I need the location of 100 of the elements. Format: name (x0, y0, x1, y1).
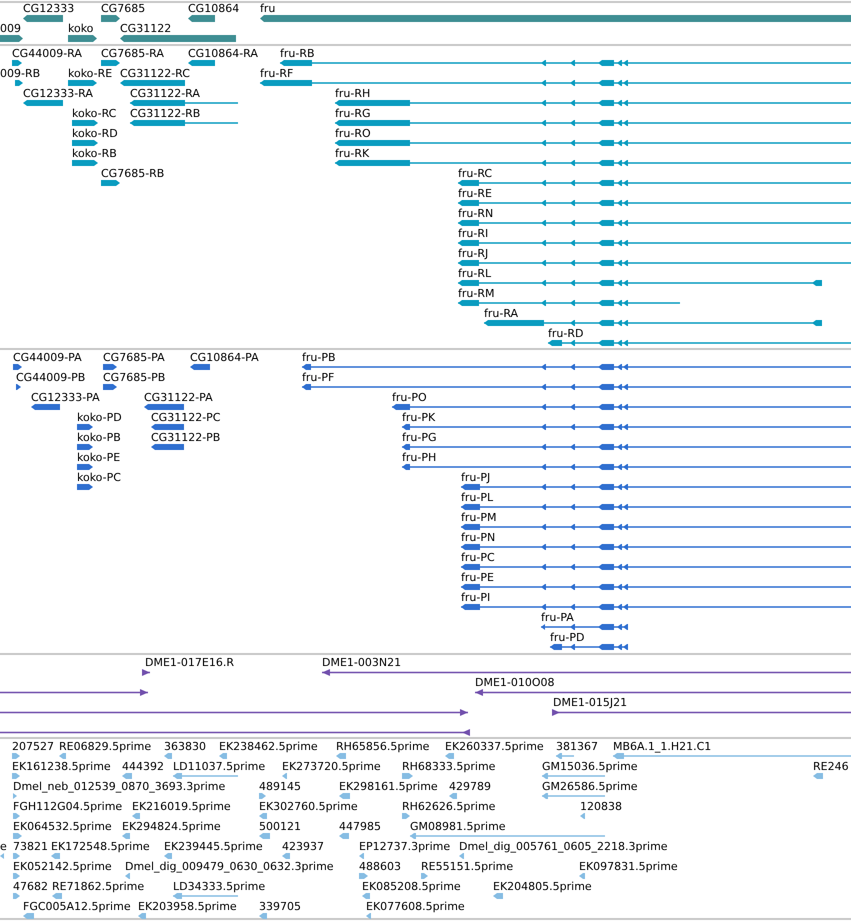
feature-label: koko-RE (68, 67, 112, 80)
feature-label: EK085208.5prime (362, 880, 461, 893)
feature-label: fru-PD (550, 631, 584, 644)
feature-label: EK302760.5prime (259, 800, 358, 813)
feature-label: fru-PE (461, 571, 494, 584)
feature-label: koko (68, 22, 94, 35)
feature-label: EK260337.5prime (445, 740, 544, 753)
feature-label: CG7685-PB (103, 371, 166, 384)
feature-label: EK077608.5prime (366, 900, 465, 913)
feature-label: RE06829.5prime (59, 740, 152, 753)
feature-label: fru-PJ (461, 471, 490, 484)
feature-label: 120838 (580, 800, 622, 813)
feature-label: LD34333.5prime (173, 880, 266, 893)
feature-label: Dmel_dig_009479_0630_0632.3prime (125, 860, 334, 873)
feature-label: koko-RD (72, 127, 118, 140)
feature-label: EK238462.5prime (219, 740, 318, 753)
feature-label: EK298161.5prime (339, 780, 438, 793)
feature-label: 009-RB (0, 67, 40, 80)
feature-label: RE55151.5prime (421, 860, 514, 873)
feature-label: EK161238.5prime (12, 760, 111, 773)
feature-label: koko-PE (77, 451, 120, 464)
feature-label: CG10864-RA (188, 47, 258, 60)
feature-label: EK203958.5prime (138, 900, 237, 913)
feature-label: koko-PB (77, 431, 121, 444)
feature-label: fru-RK (335, 147, 370, 160)
feature-label: CG44009-PA (13, 351, 82, 364)
feature-label: 009 (0, 22, 21, 35)
feature-label: fru (260, 2, 276, 15)
feature-label: 363830 (164, 740, 206, 753)
feature-label: e (0, 840, 7, 853)
feature-label: DME1-015J21 (553, 696, 628, 709)
feature-label: fru-RJ (458, 247, 488, 260)
feature-label: 339705 (259, 900, 301, 913)
feature-label: 447985 (339, 820, 381, 833)
feature-label: CG31122-PA (144, 391, 213, 404)
feature-label: CG31122-PB (151, 431, 220, 444)
feature-label: CG7685-RB (101, 167, 164, 180)
feature-label: fru-RO (335, 127, 371, 140)
feature-label: CG31122 (120, 22, 172, 35)
feature-label: GM26586.5prime (542, 780, 638, 793)
feature-label: CG10864 (188, 2, 240, 15)
feature-label: GM08981.5prime (410, 820, 506, 833)
feature-label: CG7685 (101, 2, 146, 15)
feature-label: RH68333.5prime (402, 760, 496, 773)
feature-label: fru-RC (458, 167, 492, 180)
feature-label: CG31122-RB (130, 107, 200, 120)
feature-label: CG7685-PA (103, 351, 165, 364)
feature-label: MB6A.1_1.H21.C1 (613, 740, 712, 753)
feature-label: CG12333 (23, 2, 74, 15)
feature-label: fru-RG (335, 107, 371, 120)
feature-label: 444392 (122, 760, 164, 773)
feature-label: RH62626.5prime (402, 800, 496, 813)
feature-label: EK172548.5prime (51, 840, 150, 853)
feature-label: DME1-017E16.R (145, 656, 234, 669)
feature-label: fru-RI (458, 227, 488, 240)
feature-label: koko-RC (72, 107, 116, 120)
feature-label: EK216019.5prime (132, 800, 231, 813)
feature-label: FGC005A12.5prime (23, 900, 131, 913)
feature-label: EP12737.3prime (359, 840, 450, 853)
feature-label: koko-PD (77, 411, 122, 424)
feature-label: fru-RD (548, 327, 584, 340)
feature-label: fru-PI (461, 591, 490, 604)
feature-label: fru-PB (302, 351, 336, 364)
feature-label: fru-PC (461, 551, 495, 564)
feature-label: DME1-003N21 (322, 656, 402, 669)
feature-label: CG44009-PB (16, 371, 86, 384)
feature-label: CG31122-RA (130, 87, 200, 100)
feature-label: fru-PL (461, 491, 494, 504)
feature-label: CG31122-PC (151, 411, 220, 424)
feature-label: 429789 (449, 780, 491, 793)
feature-label: fru-RM (458, 287, 494, 300)
feature-label: koko-RB (72, 147, 117, 160)
feature-label: fru-PK (402, 411, 436, 424)
feature-label: 47682 (13, 880, 48, 893)
feature-label: 500121 (259, 820, 301, 833)
feature-label: Dmel_dig_005761_0605_2218.3prime (459, 840, 668, 853)
feature-label: EK294824.5prime (122, 820, 221, 833)
feature-label: DME1-010O08 (475, 676, 555, 689)
feature-label: fru-PA (541, 611, 574, 624)
feature-label: GM15036.5prime (542, 760, 638, 773)
feature-label: FGH112G04.5prime (13, 800, 122, 813)
feature-label: EK204805.5prime (493, 880, 592, 893)
feature-label: fru-PN (461, 531, 496, 544)
feature-label: fru-RB (280, 47, 315, 60)
feature-label: EK273720.5prime (282, 760, 381, 773)
feature-label: 423937 (282, 840, 324, 853)
feature-label: fru-RL (458, 267, 492, 280)
feature-label: 381367 (556, 740, 598, 753)
feature-label: 489145 (259, 780, 301, 793)
feature-label: 488603 (359, 860, 401, 873)
feature-label: koko-PC (77, 471, 121, 484)
feature-label: EK239445.5prime (164, 840, 263, 853)
feature-label: fru-RE (458, 187, 492, 200)
feature-label: CG10864-PA (190, 351, 259, 364)
feature-label: 73821 (13, 840, 48, 853)
feature-label: 207527 (12, 740, 54, 753)
feature-label: CG12333-PA (31, 391, 100, 404)
feature-label: fru-RF (260, 67, 294, 80)
feature-label: fru-PO (392, 391, 427, 404)
feature-label: fru-PM (461, 511, 496, 524)
